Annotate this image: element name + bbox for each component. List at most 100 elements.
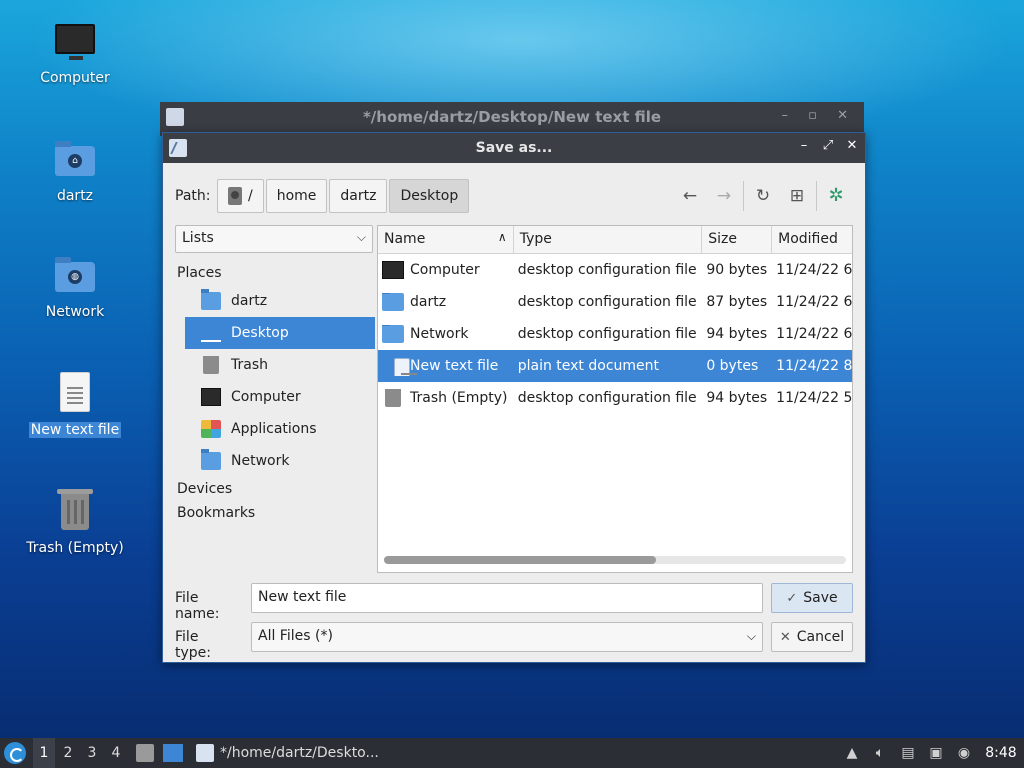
desktop-icon-label: Computer	[40, 70, 110, 86]
close-icon: ✕	[779, 629, 791, 645]
file-row-selected[interactable]: New text file plain text document 0 byte…	[378, 350, 852, 382]
places-sidebar: Places dartz Desktop Trash Computer Appl…	[175, 261, 375, 525]
scrollbar-thumb[interactable]	[384, 556, 656, 564]
place-item-network[interactable]: Network	[185, 445, 375, 477]
places-header[interactable]: Places	[175, 261, 375, 285]
new-folder-icon[interactable]: ⊞	[780, 181, 814, 211]
text-file-icon	[51, 370, 99, 418]
desktop-icon-trash[interactable]: Trash (Empty)	[20, 488, 130, 556]
file-name: Computer	[410, 262, 480, 278]
volume-icon[interactable]: 🔈︎	[866, 745, 894, 761]
show-desktop-icon[interactable]	[163, 744, 183, 762]
file-name-label: File name:	[175, 590, 220, 622]
desktop-icon-label: dartz	[56, 188, 94, 204]
file-row[interactable]: dartz desktop configuration file 87 byte…	[378, 286, 852, 318]
column-header-size[interactable]: Size	[702, 226, 773, 253]
clipboard-icon[interactable]: ▤	[894, 745, 922, 761]
file-size: 87 bytes	[706, 294, 768, 310]
checkmark-icon: ✓	[786, 590, 798, 606]
place-item-dartz[interactable]: dartz	[185, 285, 375, 317]
place-item-trash[interactable]: Trash	[185, 349, 375, 381]
minimize-icon[interactable]: –	[797, 138, 811, 153]
chevron-down-icon: ⌵	[356, 230, 366, 244]
file-name: dartz	[410, 294, 447, 310]
crumb-desktop[interactable]: Desktop	[389, 179, 470, 213]
file-row[interactable]: Computer desktop configuration file 90 b…	[378, 254, 852, 286]
crumb-dartz[interactable]: dartz	[329, 179, 388, 213]
computer-icon	[382, 261, 404, 279]
trash-icon	[51, 488, 99, 536]
trash-icon	[385, 389, 401, 407]
place-item-computer[interactable]: Computer	[185, 381, 375, 413]
update-icon[interactable]: ▲	[838, 745, 866, 761]
file-name-input[interactable]: New text file	[251, 583, 763, 613]
path-label: Path:	[175, 188, 211, 204]
window-controls: – ▫ ✕	[781, 108, 856, 123]
clock[interactable]: 8:48	[978, 745, 1024, 761]
file-size: 94 bytes	[706, 390, 768, 406]
file-manager-icon[interactable]	[136, 744, 154, 762]
place-item-desktop[interactable]: Desktop	[185, 317, 375, 349]
file-list[interactable]: Name ∧ Type Size Modified Computer deskt…	[377, 225, 853, 573]
close-icon[interactable]: ✕	[845, 138, 859, 153]
workspace-2[interactable]: 2	[57, 738, 79, 768]
crumb-home[interactable]: home	[265, 179, 328, 213]
place-label: Applications	[231, 421, 317, 437]
back-arrow-icon[interactable]: ←	[673, 181, 707, 211]
computer-icon	[201, 388, 221, 406]
network-folder-icon	[201, 449, 221, 470]
start-menu-icon[interactable]	[4, 742, 26, 764]
crumb-label: dartz	[340, 188, 377, 204]
forward-arrow-icon[interactable]: →	[707, 181, 741, 211]
desktop-icon-dartz[interactable]: ⌂ dartz	[20, 136, 130, 204]
network-icon[interactable]: ▣	[922, 745, 950, 761]
horizontal-scrollbar[interactable]	[384, 556, 846, 564]
toolbar-separator	[816, 181, 817, 211]
applications-icon	[201, 420, 221, 438]
dialog-titlebar[interactable]: Save as... – ⤢ ✕	[163, 133, 865, 163]
file-type: plain text document	[517, 358, 660, 374]
column-header-modified[interactable]: Modified	[772, 226, 852, 253]
crumb-label: /	[248, 188, 253, 204]
bookmarks-header[interactable]: Bookmarks	[175, 501, 375, 525]
place-label: dartz	[231, 293, 268, 309]
file-row[interactable]: Network desktop configuration file 94 by…	[378, 318, 852, 350]
file-type-value: All Files (*)	[258, 628, 333, 644]
workspace-1[interactable]: 1	[33, 738, 55, 768]
taskbar-window-button[interactable]: */home/dartz/Deskto...	[192, 738, 392, 768]
cancel-button[interactable]: ✕ Cancel	[771, 622, 853, 652]
desktop-icon-new-text-file[interactable]: New text file	[20, 370, 130, 438]
chevron-down-icon: ⌵	[746, 629, 756, 643]
save-button[interactable]: ✓ Save	[771, 583, 853, 613]
workspace-3[interactable]: 3	[81, 738, 103, 768]
crumb-root[interactable]: /	[217, 179, 264, 213]
places-view-select[interactable]: Lists ⌵	[175, 225, 373, 253]
workspace-4[interactable]: 4	[105, 738, 127, 768]
file-type-select[interactable]: All Files (*) ⌵	[251, 622, 763, 652]
column-header-name[interactable]: Name ∧	[378, 226, 514, 253]
desktop-icon-computer[interactable]: Computer	[20, 18, 130, 86]
notification-icon[interactable]: ◉	[950, 745, 978, 761]
file-type: desktop configuration file	[517, 326, 697, 342]
column-label: Size	[708, 231, 738, 247]
column-header-type[interactable]: Type	[514, 226, 703, 253]
home-folder-icon	[201, 289, 221, 310]
file-type: desktop configuration file	[517, 294, 697, 310]
place-item-applications[interactable]: Applications	[185, 413, 375, 445]
file-modified: 11/24/22 8:	[776, 358, 852, 374]
save-button-label: Save	[803, 590, 838, 606]
file-type-label: File type:	[175, 629, 211, 661]
maximize-icon[interactable]: ⤢	[821, 138, 835, 153]
file-modified: 11/24/22 6:	[776, 262, 852, 278]
column-label: Name	[384, 231, 426, 247]
editor-window-titlebar[interactable]: */home/dartz/Desktop/New text file – ▫ ✕	[160, 102, 864, 136]
devices-header[interactable]: Devices	[175, 477, 375, 501]
home-folder-icon: ⌂	[51, 136, 99, 184]
network-share-icon[interactable]: ✲	[819, 181, 853, 211]
desktop-icon-network[interactable]: ◍ Network	[20, 252, 130, 320]
reload-icon[interactable]: ↻	[746, 181, 780, 211]
file-type: desktop configuration file	[517, 262, 697, 278]
trash-icon	[203, 356, 219, 374]
system-tray: ▲ 🔈︎ ▤ ▣ ◉ 8:48	[838, 738, 1024, 768]
file-row[interactable]: Trash (Empty) desktop configuration file…	[378, 382, 852, 414]
